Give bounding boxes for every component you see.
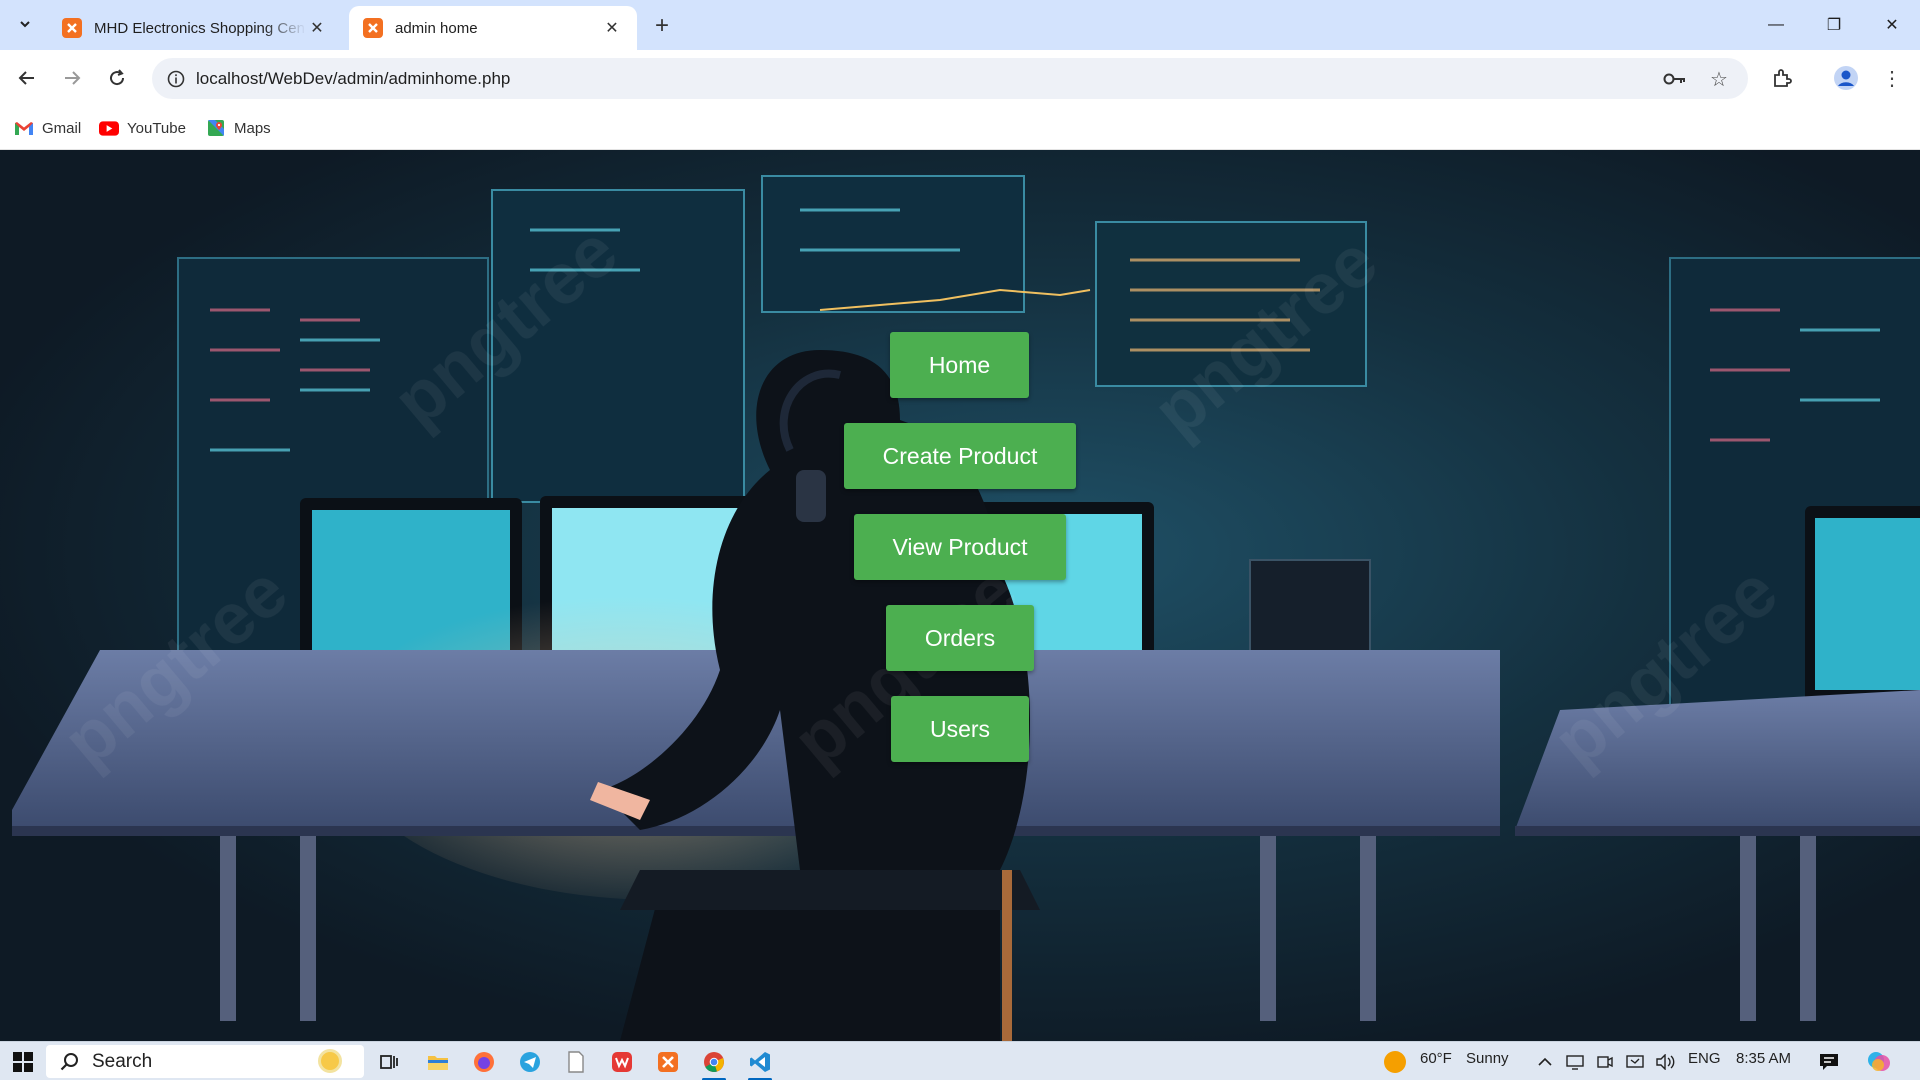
- new-tab-button[interactable]: +: [648, 12, 676, 40]
- password-key-icon[interactable]: [1662, 67, 1688, 91]
- browser-menu-icon[interactable]: ⋮: [1876, 62, 1908, 94]
- weather-sun-icon[interactable]: [1382, 1048, 1408, 1076]
- task-view-icon[interactable]: [376, 1048, 402, 1076]
- users-button[interactable]: Users: [891, 696, 1029, 762]
- xampp-favicon-icon: [363, 18, 383, 38]
- bookmark-maps[interactable]: Maps: [206, 116, 271, 140]
- create-product-button[interactable]: Create Product: [844, 423, 1076, 489]
- address-bar[interactable]: localhost/WebDev/admin/adminhome.php ☆: [152, 58, 1748, 99]
- language-indicator[interactable]: ENG: [1688, 1050, 1721, 1067]
- chevron-down-icon: [20, 21, 30, 28]
- extensions-puzzle-icon[interactable]: [1766, 62, 1798, 94]
- tab-close-icon[interactable]: ✕: [601, 17, 623, 39]
- telegram-icon[interactable]: [516, 1048, 544, 1076]
- windows-taskbar: Search 60°F Sunny ENG 8:35 AM: [0, 1041, 1920, 1080]
- reload-icon: [110, 69, 125, 86]
- notifications-icon[interactable]: [1816, 1048, 1842, 1076]
- wps-office-icon[interactable]: [608, 1048, 636, 1076]
- xampp-icon[interactable]: [654, 1048, 682, 1076]
- taskbar-search-box[interactable]: Search: [46, 1045, 364, 1078]
- meet-now-icon[interactable]: [1594, 1048, 1616, 1076]
- bookmarks-bar: Gmail YouTube Maps: [0, 107, 1920, 150]
- home-button[interactable]: Home: [890, 332, 1029, 398]
- admin-home-page: pngtree pngtree pngtree pngtree pngtree …: [0, 150, 1920, 1041]
- tray-overflow-chevron-icon[interactable]: [1534, 1048, 1556, 1076]
- view-product-button[interactable]: View Product: [854, 514, 1066, 580]
- search-icon: [60, 1052, 78, 1070]
- back-button[interactable]: [10, 61, 44, 95]
- bookmark-star-icon[interactable]: ☆: [1706, 67, 1732, 91]
- browser-tab-strip: MHD Electronics Shopping Cen ✕ admin hom…: [0, 0, 1920, 50]
- maps-icon: [206, 120, 226, 136]
- bookmark-label: YouTube: [127, 119, 186, 137]
- forward-button[interactable]: [55, 61, 89, 95]
- copilot-icon[interactable]: [1864, 1048, 1894, 1076]
- display-icon[interactable]: [1624, 1048, 1646, 1076]
- start-button[interactable]: [10, 1048, 36, 1076]
- gmail-icon: [14, 120, 34, 136]
- search-highlight-icon: [318, 1049, 342, 1073]
- weather-temperature[interactable]: 60°F: [1420, 1050, 1452, 1067]
- notepad-icon[interactable]: [562, 1048, 590, 1076]
- background-illustration: pngtree pngtree pngtree pngtree pngtree: [12, 175, 1920, 1041]
- tab-title: admin home: [395, 19, 478, 37]
- restore-button[interactable]: ❐: [1804, 0, 1864, 50]
- windows-logo-icon: [13, 1052, 33, 1072]
- arrow-right-icon: [65, 71, 81, 85]
- profile-avatar-icon[interactable]: [1830, 62, 1862, 94]
- bookmark-gmail[interactable]: Gmail: [14, 116, 81, 140]
- url-text[interactable]: localhost/WebDev/admin/adminhome.php: [196, 69, 510, 89]
- arrow-left-icon: [18, 71, 34, 85]
- bookmark-label: Gmail: [42, 119, 82, 137]
- tab-mhd-electronics[interactable]: MHD Electronics Shopping Cen ✕: [48, 6, 342, 50]
- youtube-icon: [99, 120, 119, 136]
- vscode-icon[interactable]: [746, 1048, 774, 1076]
- volume-icon[interactable]: [1654, 1048, 1676, 1076]
- firefox-icon[interactable]: [470, 1048, 498, 1076]
- network-icon[interactable]: [1564, 1048, 1586, 1076]
- tab-search-button[interactable]: [10, 8, 40, 40]
- tab-title: MHD Electronics Shopping Cen: [94, 19, 305, 37]
- minimize-button[interactable]: —: [1746, 0, 1806, 50]
- clock-time[interactable]: 8:35 AM: [1736, 1050, 1791, 1067]
- bookmark-youtube[interactable]: YouTube: [99, 116, 186, 140]
- search-label: Search: [92, 1050, 153, 1072]
- close-window-button[interactable]: ✕: [1862, 0, 1920, 50]
- weather-condition[interactable]: Sunny: [1466, 1050, 1509, 1067]
- reload-button[interactable]: [100, 61, 134, 95]
- file-explorer-icon[interactable]: [424, 1048, 452, 1076]
- tab-close-icon[interactable]: ✕: [306, 17, 328, 39]
- tab-admin-home[interactable]: admin home ✕: [349, 6, 637, 50]
- orders-button[interactable]: Orders: [886, 605, 1034, 671]
- bookmark-label: Maps: [234, 119, 271, 137]
- site-info-icon[interactable]: [164, 67, 188, 91]
- xampp-favicon-icon: [62, 18, 82, 38]
- chrome-icon[interactable]: [700, 1048, 728, 1076]
- browser-toolbar: localhost/WebDev/admin/adminhome.php ☆ ⋮: [0, 50, 1920, 107]
